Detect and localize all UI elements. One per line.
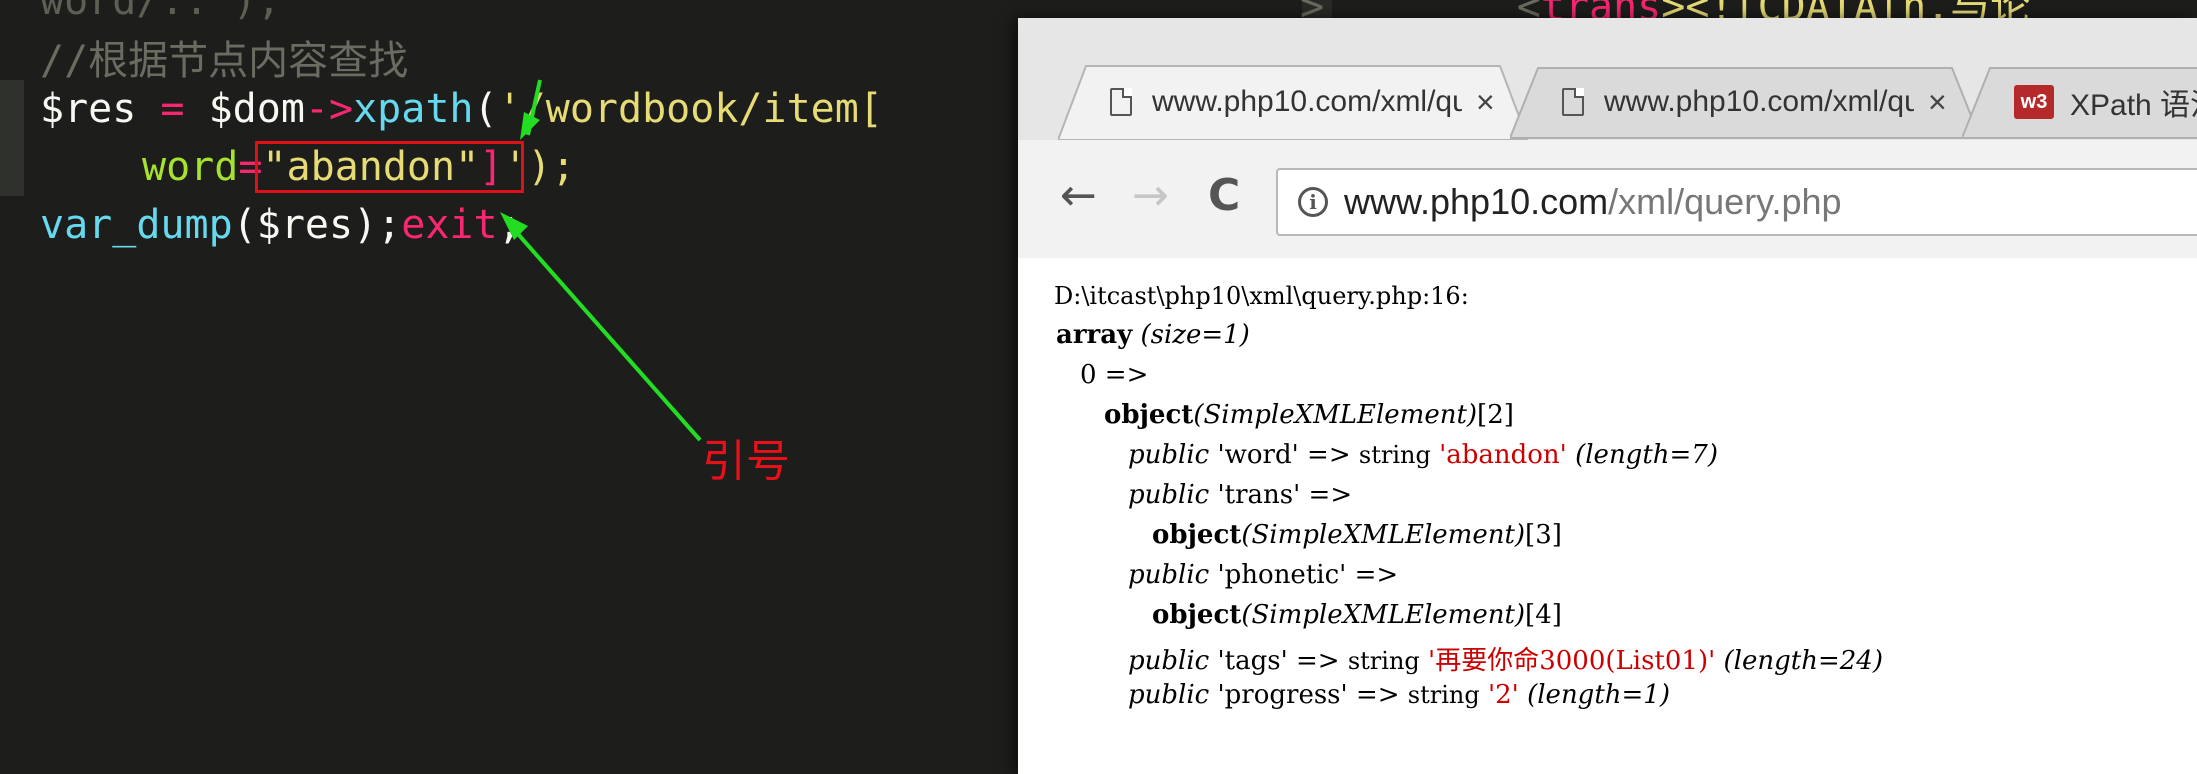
prop-key: 'word' xyxy=(1217,440,1299,470)
object-id: [4] xyxy=(1525,600,1562,630)
tab-strip: www.php10.com/xml/query.php × www.php10.… xyxy=(1018,18,2197,140)
var-dump-output: D:\itcast\php10\xml\query.php:16: array … xyxy=(1018,258,2197,774)
prop-arrow: => xyxy=(1296,646,1340,676)
tab-content: www.php10.com/xml/query.php × xyxy=(1510,84,1947,121)
browser-window: www.php10.com/xml/query.php × www.php10.… xyxy=(1018,18,2197,774)
annotation-label: 引号 xyxy=(702,436,790,487)
output-array-line: array (size=1) xyxy=(1056,320,1250,350)
visibility: public xyxy=(1128,646,1210,676)
tab-xpath-syntax[interactable]: w3 XPath 语法 xyxy=(1962,64,2197,140)
prop-value: '2' xyxy=(1487,680,1519,710)
prop-arrow: => xyxy=(1307,440,1351,470)
tab-query-inactive[interactable]: www.php10.com/xml/query.php × xyxy=(1510,64,1980,140)
prop-arrow: => xyxy=(1355,680,1400,710)
prop-key: 'trans' xyxy=(1217,480,1301,510)
prop-key: 'phonetic' xyxy=(1217,560,1347,590)
array-size: (size=1) xyxy=(1140,320,1250,350)
object-id: [3] xyxy=(1525,520,1562,550)
prop-key: 'tags' xyxy=(1217,646,1288,676)
prop-key: 'progress' xyxy=(1217,680,1348,710)
page-icon xyxy=(1110,88,1132,116)
object-id: [2] xyxy=(1477,400,1514,430)
output-row-trans: public 'trans' => xyxy=(1128,480,1352,510)
url-host: www.php10.com xyxy=(1344,181,1609,222)
prop-type: string xyxy=(1358,441,1431,469)
output-row-progress: public 'progress' => string '2' (length=… xyxy=(1128,680,1670,710)
prop-arrow: => xyxy=(1354,560,1399,590)
annotation-arrows xyxy=(500,79,702,442)
reload-icon[interactable]: C xyxy=(1208,170,1240,221)
visibility: public xyxy=(1128,680,1210,710)
visibility: public xyxy=(1128,440,1210,470)
browser-toolbar: ← → C i www.php10.com/xml/query.php xyxy=(1018,140,2197,259)
output-file-line: D:\itcast\php10\xml\query.php:16: xyxy=(1054,282,1469,310)
output-row-word: public 'word' => string 'abandon' (lengt… xyxy=(1128,440,1718,470)
arrowhead-close-quote xyxy=(500,212,528,240)
tab-content: www.php10.com/xml/query.php × xyxy=(1058,84,1495,121)
prop-length: (length=7) xyxy=(1575,440,1718,470)
prop-length: (length=1) xyxy=(1527,680,1670,710)
visibility: public xyxy=(1128,480,1210,510)
object-class: (SimpleXMLElement) xyxy=(1241,520,1526,550)
close-icon[interactable]: × xyxy=(1928,84,1947,121)
prop-type: string xyxy=(1407,681,1480,709)
object-keyword: object xyxy=(1104,400,1194,430)
output-row-trans-object: object(SimpleXMLElement)[3] xyxy=(1152,520,1562,550)
back-arrow-icon[interactable]: ← xyxy=(1060,170,1097,221)
tab-title: www.php10.com/xml/query.php xyxy=(1152,85,1462,118)
prop-length: (length=24) xyxy=(1723,646,1883,676)
output-object-line: object(SimpleXMLElement)[2] xyxy=(1104,400,1514,430)
tab-content: w3 XPath 语法 xyxy=(1962,80,2197,124)
arrowhead-open-quote xyxy=(520,112,540,140)
array-keyword: array xyxy=(1056,320,1133,350)
output-row-phonetic: public 'phonetic' => xyxy=(1128,560,1398,590)
page-icon xyxy=(1562,88,1584,116)
object-keyword: object xyxy=(1152,520,1242,550)
object-keyword: object xyxy=(1152,600,1242,630)
tab-query-active[interactable]: www.php10.com/xml/query.php × xyxy=(1058,64,1528,140)
tab-title: www.php10.com/xml/query.php xyxy=(1604,85,1914,118)
prop-type: string xyxy=(1347,647,1420,675)
tab-title: XPath 语法 xyxy=(2070,89,2197,122)
output-row-tags: public 'tags' => string '再要你命3000(List01… xyxy=(1128,640,1883,677)
object-class: (SimpleXMLElement) xyxy=(1193,400,1478,430)
output-index-line: 0 => xyxy=(1080,360,1149,390)
url-path: /xml/query.php xyxy=(1608,181,1842,222)
forward-arrow-icon[interactable]: → xyxy=(1132,170,1169,221)
close-icon[interactable]: × xyxy=(1476,84,1495,121)
address-bar[interactable]: i www.php10.com/xml/query.php xyxy=(1276,168,2197,236)
info-icon[interactable]: i xyxy=(1298,187,1328,217)
arrow-to-close-quote xyxy=(508,223,702,442)
prop-value: '再要你命3000(List01)' xyxy=(1428,646,1716,676)
object-class: (SimpleXMLElement) xyxy=(1241,600,1526,630)
visibility: public xyxy=(1128,560,1210,590)
w3-icon: w3 xyxy=(2014,85,2054,119)
prop-arrow: => xyxy=(1308,480,1353,510)
output-row-phonetic-object: object(SimpleXMLElement)[4] xyxy=(1152,600,1562,630)
prop-value: 'abandon' xyxy=(1439,440,1567,470)
